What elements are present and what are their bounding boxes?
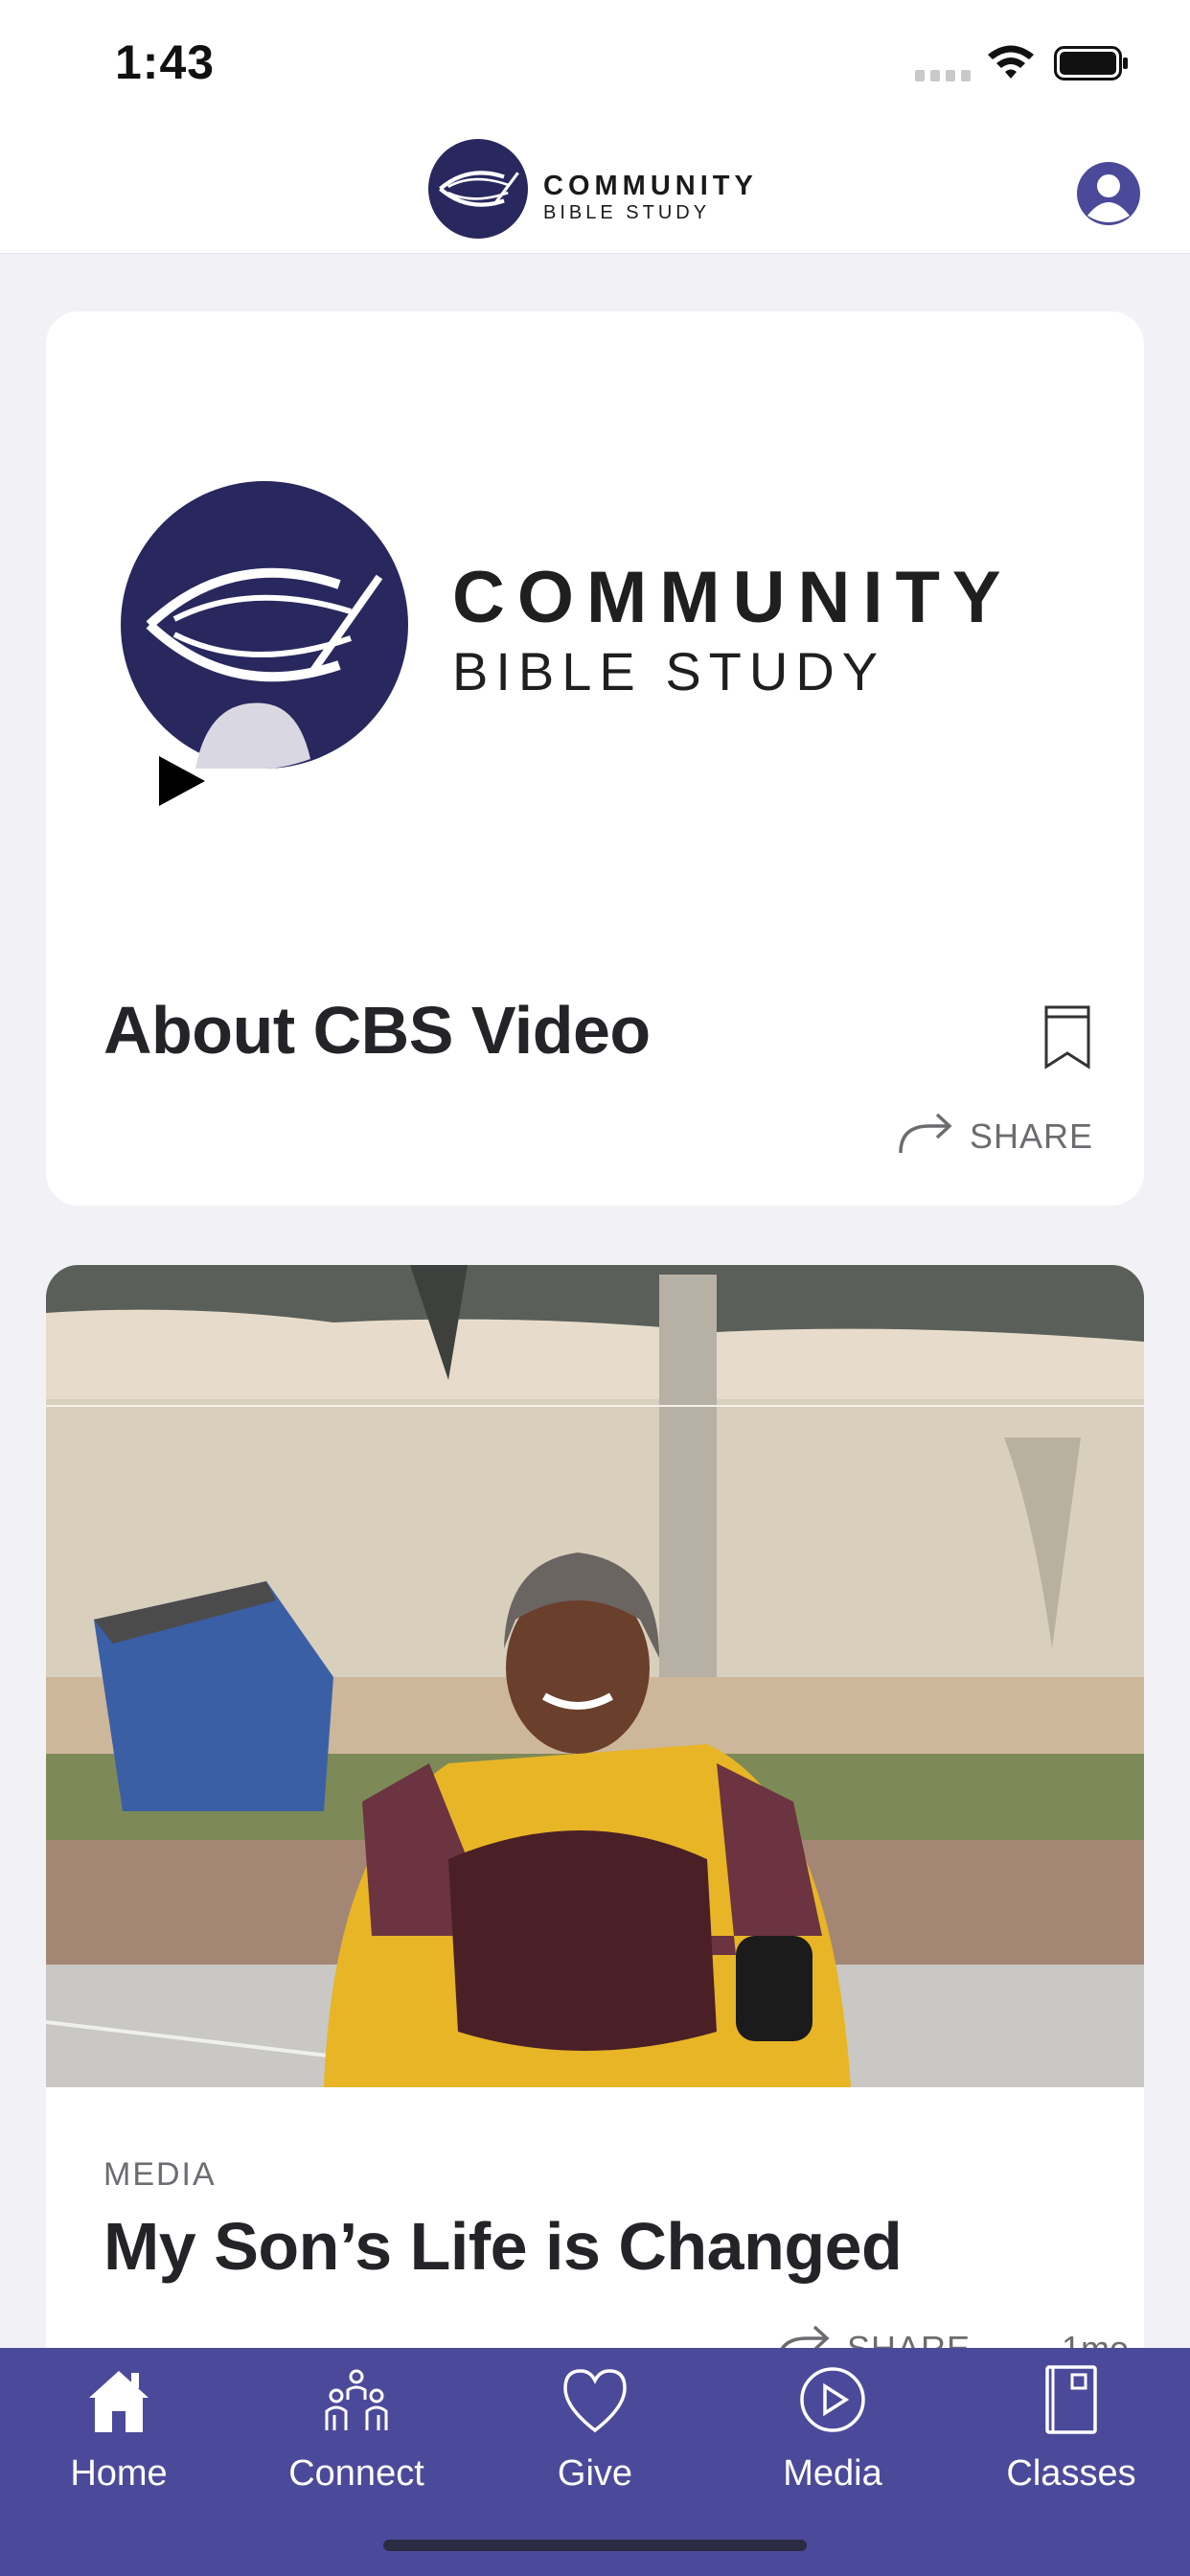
tab-label: Home bbox=[70, 2453, 168, 2494]
status-time: 1:43 bbox=[115, 35, 216, 89]
header-logo[interactable]: COMMUNITY BIBLE STUDY bbox=[428, 139, 764, 240]
home-indicator[interactable] bbox=[383, 2540, 807, 2551]
logo-text-community: COMMUNITY bbox=[543, 171, 758, 201]
heart-icon bbox=[563, 2369, 627, 2433]
tab-label: Give bbox=[557, 2453, 633, 2494]
logo-text-bible-study: BIBLE STUDY bbox=[543, 202, 711, 223]
people-icon bbox=[325, 2369, 388, 2430]
app-header: COMMUNITY BIBLE STUDY bbox=[0, 129, 1190, 254]
card-category: MEDIA bbox=[103, 2156, 217, 2193]
book-icon bbox=[1045, 2365, 1097, 2434]
card-title[interactable]: My Son’s Life is Changed bbox=[103, 2208, 903, 2285]
share-label: SHARE bbox=[970, 1116, 1094, 1156]
tab-classes[interactable]: Classes bbox=[952, 2348, 1190, 2540]
home-icon bbox=[89, 2371, 149, 2432]
share-button[interactable]: SHARE bbox=[897, 1107, 1127, 1164]
tab-home[interactable]: Home bbox=[0, 2348, 238, 2540]
wifi-icon bbox=[988, 45, 1034, 79]
user-icon[interactable] bbox=[1075, 160, 1142, 227]
logo-text-community: COMMUNITY bbox=[452, 557, 1014, 638]
status-bar: 1:43 bbox=[0, 0, 1190, 129]
bookmark-icon[interactable] bbox=[1041, 1003, 1094, 1070]
tab-label: Classes bbox=[1006, 2453, 1136, 2494]
cbs-logo-icon bbox=[428, 139, 528, 239]
tab-label: Connect bbox=[288, 2453, 424, 2494]
story-photo[interactable] bbox=[46, 1265, 1144, 2087]
logo-text-bible-study: BIBLE STUDY bbox=[452, 641, 886, 702]
home-screen: 1:43 COMMUNITY BIBLE STUDY COMMUNITY BIB… bbox=[0, 0, 1190, 2576]
signal-icon bbox=[915, 70, 971, 81]
tab-connect[interactable]: Connect bbox=[238, 2348, 475, 2540]
video-card[interactable]: COMMUNITY BIBLE STUDY About CBS Video SH… bbox=[46, 311, 1144, 1206]
cbs-logo-icon bbox=[121, 481, 408, 769]
tab-label: Media bbox=[783, 2453, 882, 2494]
tab-media[interactable]: Media bbox=[714, 2348, 951, 2540]
tab-give[interactable]: Give bbox=[476, 2348, 714, 2540]
play-circle-icon bbox=[800, 2367, 865, 2432]
battery-icon bbox=[1054, 46, 1128, 80]
video-thumbnail[interactable]: COMMUNITY BIBLE STUDY bbox=[46, 311, 1144, 925]
card-title[interactable]: About CBS Video bbox=[103, 992, 651, 1069]
share-icon bbox=[899, 1113, 952, 1154]
play-icon[interactable] bbox=[155, 752, 209, 810]
